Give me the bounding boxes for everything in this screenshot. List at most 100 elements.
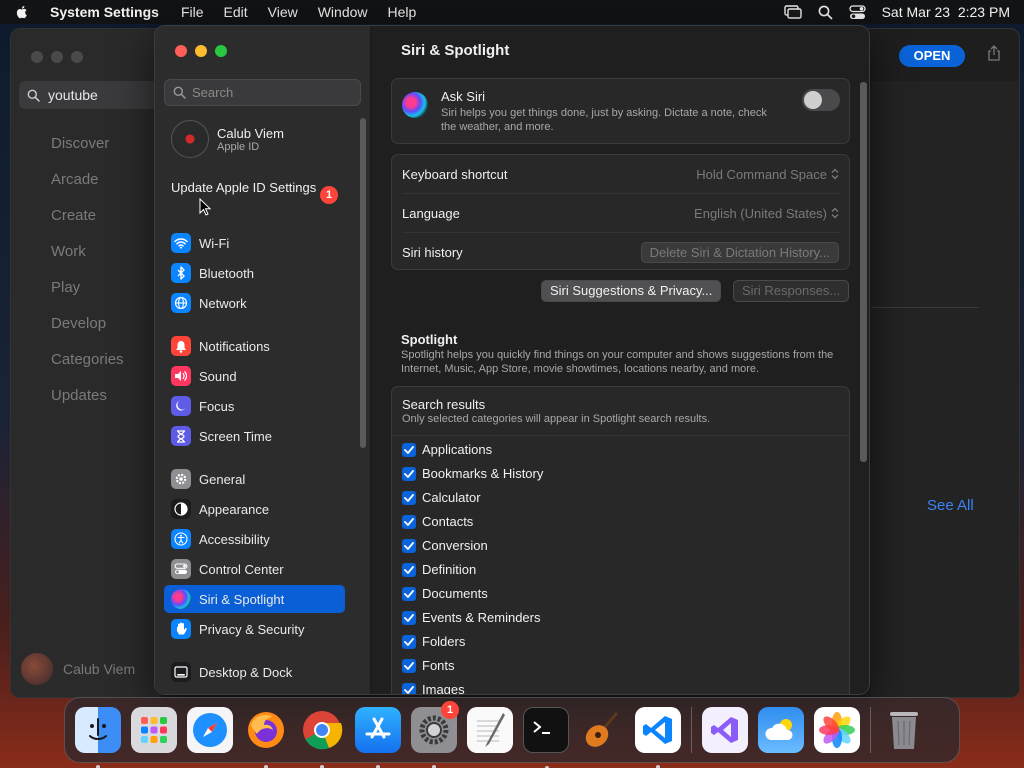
dock-trash[interactable]	[881, 707, 927, 753]
menu-app-name[interactable]: System Settings	[50, 4, 159, 20]
sidebar-item-accessibility[interactable]: Accessibility	[164, 525, 345, 553]
app-store-nav-updates[interactable]: Updates	[51, 387, 124, 423]
zoom-window-button[interactable]	[215, 45, 227, 57]
dock-visual-studio[interactable]	[702, 707, 748, 753]
sidebar-item-label: Siri & Spotlight	[199, 591, 285, 607]
language-select[interactable]: English (United States)	[694, 206, 839, 221]
dock-safari[interactable]	[187, 707, 233, 753]
traffic-lights	[175, 45, 227, 57]
category-checkbox-definition[interactable]: Definition	[402, 562, 476, 577]
search-icon	[27, 89, 40, 102]
sidebar-item-bluetooth[interactable]: Bluetooth	[164, 259, 345, 287]
siri-responses-button[interactable]: Siri Responses...	[733, 280, 850, 302]
app-store-nav-create[interactable]: Create	[51, 207, 124, 243]
dock-separator	[870, 707, 871, 753]
checkmark-icon	[402, 538, 416, 553]
checkmark-icon	[402, 562, 416, 577]
sidebar-item-privacy-security[interactable]: Privacy & Security	[164, 615, 345, 643]
sidebar-item-desktop-dock[interactable]: Desktop & Dock	[164, 658, 345, 686]
content-scrollbar[interactable]	[860, 82, 867, 462]
profile-name: Calub Viem	[217, 125, 284, 141]
category-label: Definition	[422, 562, 477, 577]
menu-clock[interactable]: Sat Mar 23 2:23 PM	[882, 4, 1010, 20]
ask-siri-toggle[interactable]	[802, 89, 840, 111]
open-button[interactable]: OPEN	[899, 45, 965, 67]
category-checkbox-conversion[interactable]: Conversion	[402, 538, 488, 553]
dock-weather[interactable]	[758, 707, 804, 753]
gear-icon	[171, 469, 191, 489]
app-store-nav-play[interactable]: Play	[51, 279, 124, 315]
app-store-search-field[interactable]: youtube	[19, 81, 159, 109]
app-store-nav-discover[interactable]: Discover	[51, 135, 124, 171]
category-checkbox-calculator[interactable]: Calculator	[402, 490, 481, 505]
sidebar-item-sound[interactable]: Sound	[164, 362, 345, 390]
dock-app-store[interactable]	[355, 707, 401, 768]
menu-view[interactable]: View	[268, 4, 298, 20]
category-checkbox-applications[interactable]: Applications	[402, 442, 492, 457]
apple-logo-icon[interactable]	[14, 4, 30, 20]
apple-id-profile[interactable]: Calub Viem Apple ID	[171, 120, 284, 158]
safari-compass-icon	[193, 713, 227, 747]
menu-bar: System Settings File Edit View Window He…	[0, 0, 1024, 24]
share-icon[interactable]	[987, 45, 1001, 61]
sidebar-item-appearance[interactable]: Appearance	[164, 495, 345, 523]
dock-finder[interactable]	[75, 707, 121, 768]
dock-textedit[interactable]	[467, 707, 513, 753]
app-store-content-panel	[871, 81, 1019, 697]
sidebar-item-screen-time[interactable]: Screen Time	[164, 422, 345, 450]
dock-photos[interactable]	[814, 707, 860, 753]
sidebar-item-network[interactable]: Network	[164, 289, 345, 317]
sidebar-item-general[interactable]: General	[164, 465, 345, 493]
category-checkbox-events-reminders[interactable]: Events & Reminders	[402, 610, 541, 625]
dock-terminal[interactable]	[523, 707, 569, 768]
minimize-window-button[interactable]	[195, 45, 207, 57]
close-window-button[interactable]	[175, 45, 187, 57]
sidebar-item-control-center[interactable]: Control Center	[164, 555, 345, 583]
sidebar-scrollbar[interactable]	[360, 118, 366, 448]
see-all-link[interactable]: See All	[927, 497, 974, 514]
siri-suggestions-privacy-button[interactable]: Siri Suggestions & Privacy...	[541, 280, 722, 302]
siri-icon	[171, 589, 191, 609]
divider	[392, 435, 849, 436]
app-store-nav-work[interactable]: Work	[51, 243, 124, 279]
sidebar-item-focus[interactable]: Focus	[164, 392, 345, 420]
settings-search-field[interactable]	[164, 79, 361, 106]
dock-chrome[interactable]	[299, 707, 345, 768]
app-store-nav-categories[interactable]: Categories	[51, 351, 124, 387]
finder-icon	[89, 718, 107, 740]
category-label: Contacts	[422, 514, 474, 529]
delete-siri-history-button[interactable]: Delete Siri & Dictation History...	[640, 241, 839, 263]
checkmark-icon	[402, 442, 416, 457]
sidebar-item-siri-spotlight[interactable]: Siri & Spotlight	[164, 585, 345, 613]
category-checkbox-folders[interactable]: Folders	[402, 634, 465, 649]
search-icon	[173, 86, 186, 99]
dock-garageband[interactable]	[579, 707, 625, 753]
display-icon[interactable]	[783, 5, 802, 19]
dock-firefox[interactable]	[243, 707, 289, 768]
menu-window[interactable]: Window	[318, 4, 368, 20]
sidebar-item-wifi[interactable]: Wi-Fi	[164, 229, 345, 257]
sidebar-item-notifications[interactable]: Notifications	[164, 332, 345, 360]
app-store-account[interactable]: Calub Viem	[21, 653, 135, 685]
chevron-updown-icon	[831, 168, 839, 180]
system-settings-window: Calub Viem Apple ID Update Apple ID Sett…	[154, 25, 870, 695]
spotlight-search-icon[interactable]	[818, 5, 833, 20]
category-checkbox-images[interactable]: Images	[402, 682, 465, 694]
category-checkbox-bookmarks-history[interactable]: Bookmarks & History	[402, 466, 543, 481]
dock-vscode[interactable]	[635, 707, 681, 768]
menu-file[interactable]: File	[181, 4, 204, 20]
bluetooth-icon	[171, 263, 191, 283]
menu-help[interactable]: Help	[388, 4, 417, 20]
category-checkbox-contacts[interactable]: Contacts	[402, 514, 473, 529]
category-checkbox-documents[interactable]: Documents	[402, 586, 488, 601]
menu-edit[interactable]: Edit	[224, 4, 248, 20]
settings-search-input[interactable]	[192, 85, 352, 100]
dock-launchpad[interactable]	[131, 707, 177, 753]
category-checkbox-fonts[interactable]: Fonts	[402, 658, 455, 673]
control-center-menu-icon[interactable]	[848, 4, 866, 20]
category-label: Documents	[422, 586, 488, 601]
app-store-nav-arcade[interactable]: Arcade	[51, 171, 124, 207]
keyboard-shortcut-select[interactable]: Hold Command Space	[696, 167, 839, 182]
app-store-nav-develop[interactable]: Develop	[51, 315, 124, 351]
dock-system-settings[interactable]: 1	[411, 701, 459, 768]
